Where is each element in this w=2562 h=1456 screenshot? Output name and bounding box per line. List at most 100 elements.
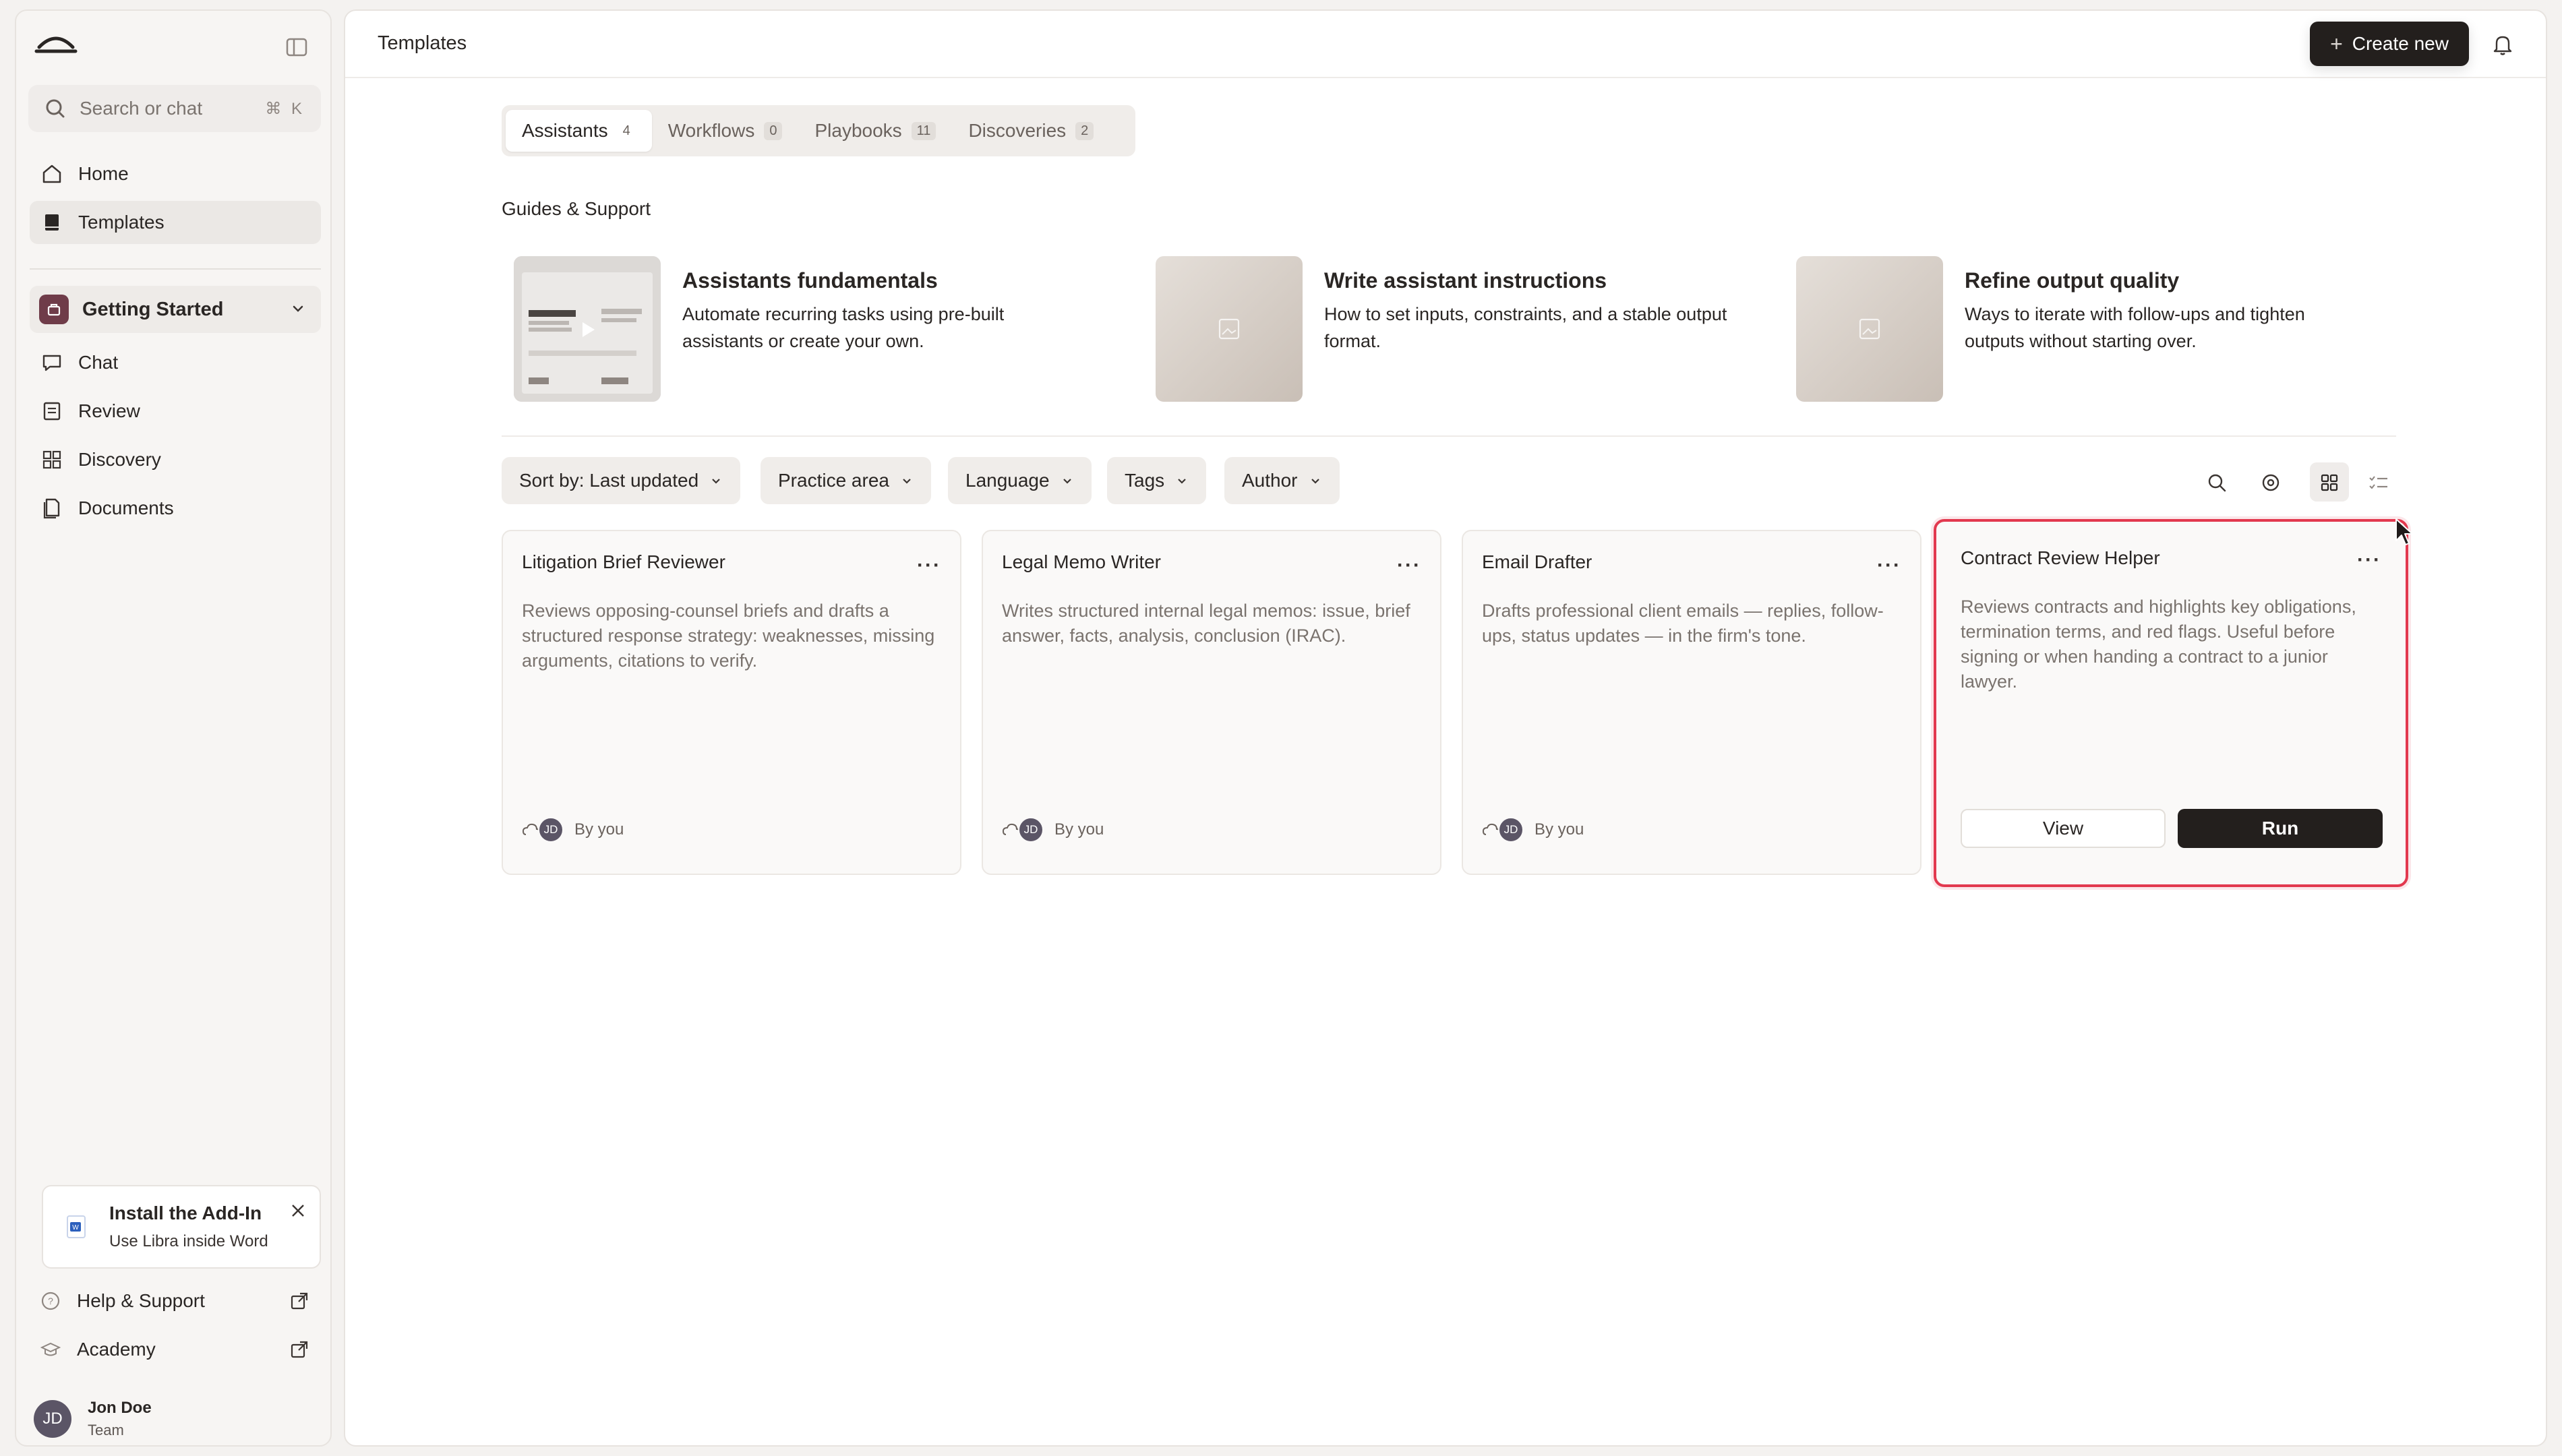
language-filter[interactable]: Language [948,457,1092,504]
sort-dropdown[interactable]: Sort by: Last updated [502,457,741,504]
create-new-button[interactable]: + Create new [2310,22,2469,66]
guide-description: Ways to iterate with follow-ups and tigh… [1965,304,2305,351]
assistant-card[interactable]: Litigation Brief Reviewer ··· Reviews op… [502,530,961,875]
tab-discoveries[interactable]: Discoveries 2 [952,110,1110,152]
guide-video-thumbnail[interactable] [514,256,661,402]
practice-area-label: Practice area [778,470,889,491]
assistant-card[interactable]: Legal Memo Writer ··· Writes structured … [982,530,1441,875]
sidebar-item-label: Review [78,400,140,421]
author-filter[interactable]: Author [1224,457,1340,504]
practice-area-filter[interactable]: Practice area [761,457,931,504]
assistant-card-highlighted[interactable]: Contract Review Helper ··· Reviews contr… [1934,519,2408,887]
documents-icon [43,498,60,519]
list-view-icon[interactable] [2366,471,2391,495]
avatar: JD [1498,817,1524,843]
chevron-down-icon [1063,479,1071,484]
card-title: Legal Memo Writer [1002,551,1162,572]
sidebar-item-label: Discovery [78,449,161,470]
help-icon: ? [41,1292,60,1310]
user-profile[interactable]: JD Jon Doe Team [34,1395,152,1443]
user-team: Team [88,1422,124,1438]
academy-link[interactable]: Academy [30,1329,321,1370]
page-title: Templates [378,32,467,54]
sidebar-item-review[interactable]: Review [30,390,321,433]
install-addin-card[interactable]: W Install the Add-In Use Libra inside Wo… [42,1185,321,1269]
tab-label: Assistants [522,120,608,141]
bell-icon[interactable] [2489,31,2516,58]
tab-label: Playbooks [814,120,902,141]
svg-text:?: ? [48,1296,53,1306]
guide-card[interactable]: Assistants fundamentals Automate recurri… [514,256,1094,402]
card-description: Writes structured internal legal memos: … [1002,601,1410,646]
guide-card[interactable]: Write assistant instructions How to set … [1156,256,1735,402]
more-options-icon[interactable]: ··· [2357,549,2381,572]
tab-count: 11 [911,121,936,140]
guide-card[interactable]: Refine output quality Ways to iterate wi… [1796,256,2376,402]
avatar: JD [538,817,564,843]
sidebar-item-templates[interactable]: Templates [30,201,321,244]
close-icon[interactable] [289,1201,307,1220]
academy-icon [40,1342,61,1356]
search-icon[interactable] [2205,471,2229,495]
tags-filter[interactable]: Tags [1107,457,1207,504]
sidebar: Search or chat ⌘ K Home Templates Gettin… [15,9,332,1447]
more-options-icon[interactable]: ··· [917,554,941,577]
tab-playbooks[interactable]: Playbooks 11 [798,110,952,152]
guide-thumbnail [1156,256,1303,402]
chevron-down-icon [1178,479,1186,484]
sidebar-item-label: Templates [78,212,165,233]
help-support-label: Help & Support [77,1290,205,1311]
more-options-icon[interactable]: ··· [1877,554,1901,577]
tab-label: Workflows [667,120,755,141]
language-label: Language [965,470,1050,491]
assistant-card[interactable]: Email Drafter ··· Drafts professional cl… [1462,530,1922,875]
tab-label: Discoveries [968,120,1067,141]
create-new-label: Create new [2352,33,2449,54]
sidebar-item-discovery[interactable]: Discovery [30,438,321,481]
card-author: JD By you [522,817,624,843]
search-icon [46,99,65,118]
template-tabs: Assistants 4 Workflows 0 Playbooks 11 Di… [502,105,1135,156]
collapse-sidebar-icon[interactable] [285,35,309,59]
guide-title: Write assistant instructions [1324,268,1607,293]
topbar: Templates + Create new [345,11,2546,78]
external-link-icon [291,1292,308,1310]
settings-icon[interactable] [2259,471,2283,495]
search-shortcut: ⌘ K [265,99,305,118]
search-input[interactable]: Search or chat ⌘ K [28,85,321,132]
tab-count: 0 [764,121,783,140]
main-panel: Templates + Create new Assistants 4 Work… [344,9,2547,1447]
more-options-icon[interactable]: ··· [1397,554,1421,577]
author-label: Author [1242,470,1298,491]
section-divider [502,435,2396,437]
sidebar-item-label: Chat [78,352,119,373]
guide-title: Refine output quality [1965,268,2180,293]
workspace-icon [39,295,69,324]
sidebar-item-chat[interactable]: Chat [30,341,321,384]
academy-label: Academy [77,1339,156,1360]
card-author-label: By you [574,820,624,839]
tags-label: Tags [1125,470,1165,491]
libra-logo[interactable] [34,27,78,57]
sidebar-item-documents[interactable]: Documents [30,487,321,530]
tab-workflows[interactable]: Workflows 0 [652,110,799,152]
avatar: JD [1018,817,1044,843]
view-button[interactable]: View [1961,809,2166,848]
workspace-selector[interactable]: Getting Started [30,286,321,333]
run-button[interactable]: Run [2178,809,2383,848]
card-title: Contract Review Helper [1961,547,2160,568]
discovery-icon [42,450,61,469]
card-title: Email Drafter [1482,551,1592,572]
grid-view-icon[interactable] [2317,471,2342,495]
image-placeholder-icon [1218,318,1240,340]
addin-subtitle: Use Libra inside Word [109,1232,268,1250]
help-support-link[interactable]: ? Help & Support [30,1281,321,1321]
guide-thumbnail [1796,256,1943,402]
plus-icon: + [2330,31,2343,56]
book-icon [45,214,59,231]
sidebar-item-home[interactable]: Home [30,152,321,195]
word-icon: W [67,1215,86,1238]
chat-icon [42,355,61,371]
guides-section-title: Guides & Support [502,198,651,219]
tab-assistants[interactable]: Assistants 4 [506,110,652,152]
